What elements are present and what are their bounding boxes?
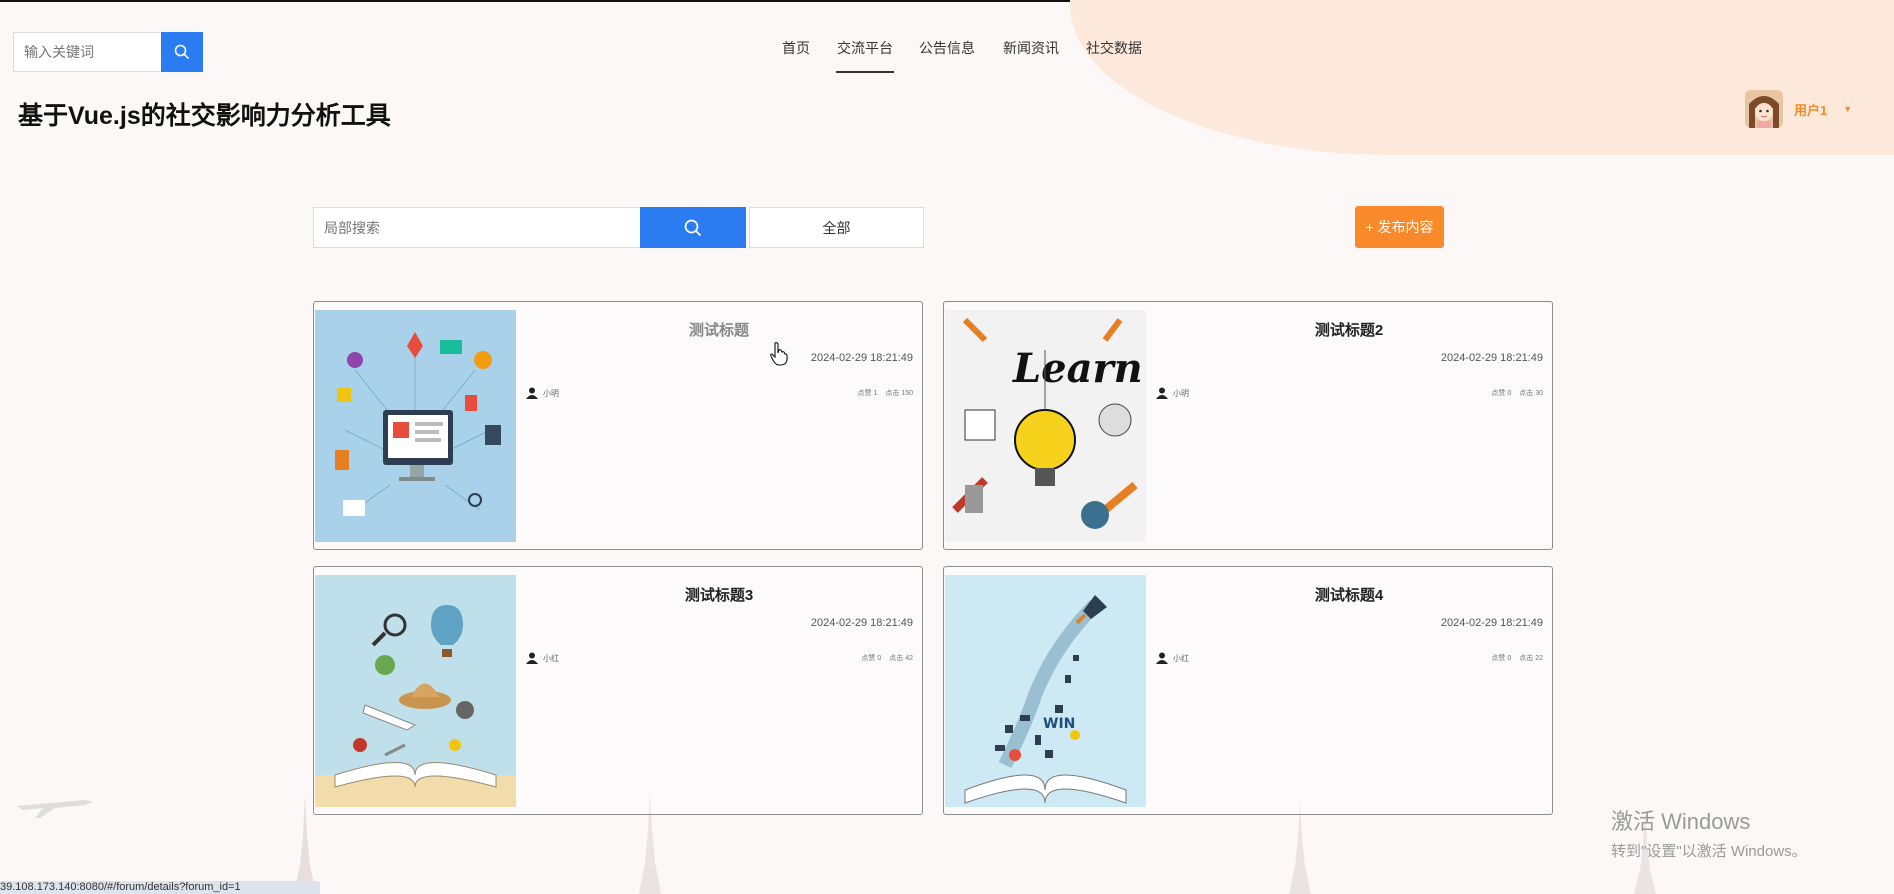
user-icon [526,652,538,664]
open-book-travel-illustration [315,575,516,807]
girl-avatar-icon [1745,90,1783,128]
user-icon [1156,387,1168,399]
post-stats: 点赞 0 点击 42 [861,653,913,663]
post-thumbnail [315,310,516,542]
like-count: 点赞 0 [861,655,882,662]
open-book-rocket-illustration: WIN [945,575,1146,807]
learn-lightbulb-illustration: Learn [945,310,1146,542]
post-card[interactable]: Learn 测试标题2 2024-02-29 18:21:49 小明 点赞 0点… [943,301,1553,550]
click-count: 点击 150 [885,390,913,397]
post-date: 2024-02-29 18:21:49 [1440,352,1543,364]
avatar [1745,90,1783,128]
computer-marketing-illustration [315,310,516,542]
post-author: 小红 [526,652,559,664]
post-title[interactable]: 测试标题 [516,319,922,340]
post-thumbnail [315,575,516,807]
post-title[interactable]: 测试标题4 [1146,584,1552,605]
svg-text:Learn: Learn [1012,345,1143,392]
post-title[interactable]: 测试标题3 [516,584,922,605]
status-url-bar: 39.108.173.140:8080/#/forum/details?foru… [0,881,320,894]
local-search-button[interactable] [640,207,746,248]
author-name: 小红 [1173,653,1189,663]
caret-down-icon: ▼ [1843,104,1853,114]
airplane-decoration [17,800,93,818]
search-icon [684,219,702,236]
click-count: 点击 42 [889,655,913,662]
local-search-bar [313,207,746,248]
author-name: 小明 [1173,388,1189,398]
all-filter-label: 全部 [822,219,851,236]
post-thumbnail: Learn [945,310,1146,542]
post-card[interactable]: 测试标题3 2024-02-29 18:21:49 小红 点赞 0 点击 42 [313,566,923,815]
hand-cursor-icon [770,342,788,366]
post-author: 小红 [1156,652,1189,664]
watermark-line2: 转到"设置"以激活 Windows。 [1611,843,1807,860]
publish-button[interactable]: + 发布内容 [1355,206,1444,248]
status-url: 39.108.173.140:8080/#/forum/details?foru… [0,881,241,893]
post-author: 小明 [1156,387,1189,399]
nav-forum[interactable]: 交流平台 [836,38,894,73]
watermark-line1: 激活 Windows [1611,809,1751,834]
user-menu[interactable]: 用户1 ▼ [1745,90,1852,128]
post-author: 小明 [526,387,559,399]
post-date: 2024-02-29 18:21:49 [810,617,913,629]
user-icon [526,387,538,399]
like-count: 点赞 0 [1491,655,1512,662]
user-icon [1156,652,1168,664]
post-title[interactable]: 测试标题2 [1146,319,1552,340]
nav-home[interactable]: 首页 [782,38,810,58]
nav-social-data[interactable]: 社交数据 [1086,38,1142,58]
post-thumbnail: WIN [945,575,1146,807]
local-search-input[interactable] [313,207,640,248]
post-card[interactable]: WIN 测试标题4 2024-02-29 18:21:49 小红 点赞 0 点击 … [943,566,1553,815]
author-name: 小红 [543,653,559,663]
post-stats: 点赞 1 点击 150 [858,388,913,398]
nav-announcements[interactable]: 公告信息 [919,38,975,58]
publish-label: + 发布内容 [1365,219,1434,235]
click-count: 点击 30 [1519,390,1543,397]
post-card[interactable]: 测试标题 2024-02-29 18:21:49 小明 点赞 1 点击 150 [313,301,923,550]
author-name: 小明 [543,388,559,398]
like-count: 点赞 0 [1491,390,1512,397]
svg-text:WIN: WIN [1043,716,1075,732]
post-date: 2024-02-29 18:21:49 [1440,617,1543,629]
all-filter-button[interactable]: 全部 [749,207,924,248]
main-nav: 首页 交流平台 公告信息 新闻资讯 社交数据 [0,38,1894,82]
nav-news[interactable]: 新闻资讯 [1003,38,1059,58]
post-stats: 点赞 0 点击 22 [1491,653,1543,663]
windows-activation-watermark: 激活 Windows 转到"设置"以激活 Windows。 [1611,804,1807,861]
post-date: 2024-02-29 18:21:49 [810,352,913,364]
click-count: 点击 22 [1519,655,1543,662]
post-stats: 点赞 0 点击 30 [1491,388,1543,398]
like-count: 点赞 1 [857,390,878,397]
page-title: 基于Vue.js的社交影响力分析工具 [18,102,391,130]
user-name: 用户1 [1794,102,1828,118]
